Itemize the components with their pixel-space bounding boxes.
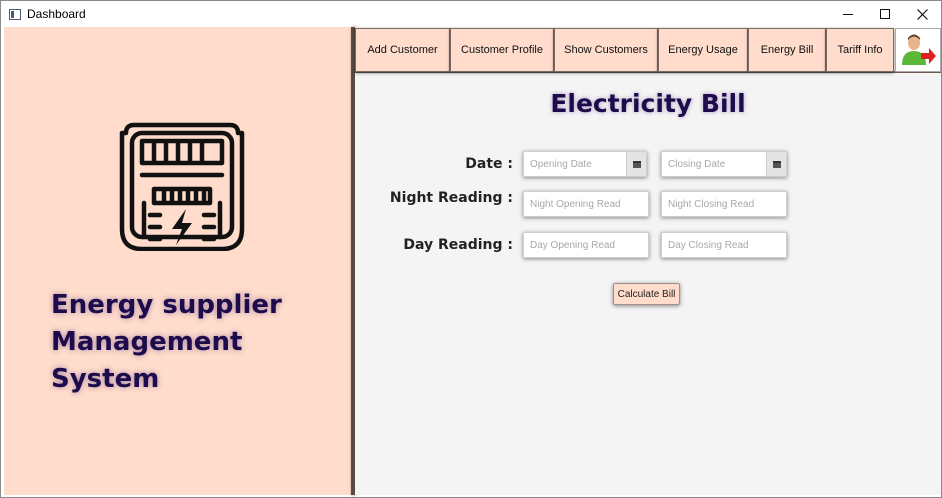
nav-energy-usage[interactable]: Energy Usage	[658, 28, 748, 72]
nav-tariff-info[interactable]: Tariff Info	[826, 28, 894, 72]
opening-date-calendar-button[interactable]	[626, 152, 646, 176]
brand-title-line-1: Energy supplier	[51, 290, 282, 320]
logout-button[interactable]	[895, 28, 941, 72]
nav-energy-bill[interactable]: Energy Bill	[748, 28, 826, 72]
day-closing-input[interactable]	[668, 239, 786, 251]
day-closing-field[interactable]	[661, 232, 787, 258]
night-reading-label: Night Reading :	[389, 190, 513, 206]
nav-customer-profile[interactable]: Customer Profile	[450, 28, 554, 72]
day-reading-label: Day Reading :	[403, 237, 513, 253]
brand-title-line-2: Management	[51, 327, 243, 357]
brand-panel: Energy supplier Management System	[4, 27, 352, 495]
brand-title: Energy supplier Management System	[51, 287, 341, 398]
content-panel: Add Customer Customer Profile Show Custo…	[355, 27, 941, 495]
night-opening-input[interactable]	[530, 198, 648, 210]
maximize-button[interactable]	[866, 1, 904, 27]
logout-user-icon	[902, 34, 936, 65]
app-window-icon	[9, 9, 21, 20]
night-opening-field[interactable]	[523, 191, 649, 217]
close-button[interactable]	[903, 1, 941, 27]
night-closing-field[interactable]	[661, 191, 787, 217]
night-closing-input[interactable]	[668, 198, 786, 210]
close-icon	[916, 8, 928, 20]
app-window: Dashboard Energy supplier Management Sys…	[0, 0, 942, 498]
opening-date-picker[interactable]	[523, 151, 647, 177]
electric-meter-icon	[119, 122, 245, 251]
page-title: Electricity Bill	[550, 89, 746, 118]
nav-add-customer[interactable]: Add Customer	[355, 28, 450, 72]
date-label: Date :	[465, 156, 513, 172]
calendar-icon	[772, 160, 781, 168]
brand-title-line-3: System	[51, 364, 160, 394]
closing-date-calendar-button[interactable]	[766, 152, 786, 176]
calculate-bill-button[interactable]: Calculate Bill	[613, 283, 680, 305]
nav-show-customers[interactable]: Show Customers	[554, 28, 658, 72]
window-title: Dashboard	[27, 7, 86, 21]
closing-date-picker[interactable]	[661, 151, 787, 177]
day-opening-input[interactable]	[530, 239, 648, 251]
title-bar: Dashboard	[1, 1, 941, 27]
minimize-icon	[843, 13, 853, 15]
day-opening-field[interactable]	[523, 232, 649, 258]
top-nav: Add Customer Customer Profile Show Custo…	[355, 27, 941, 73]
minimize-button[interactable]	[829, 1, 867, 27]
calendar-icon	[632, 160, 641, 168]
maximize-icon	[880, 9, 890, 19]
